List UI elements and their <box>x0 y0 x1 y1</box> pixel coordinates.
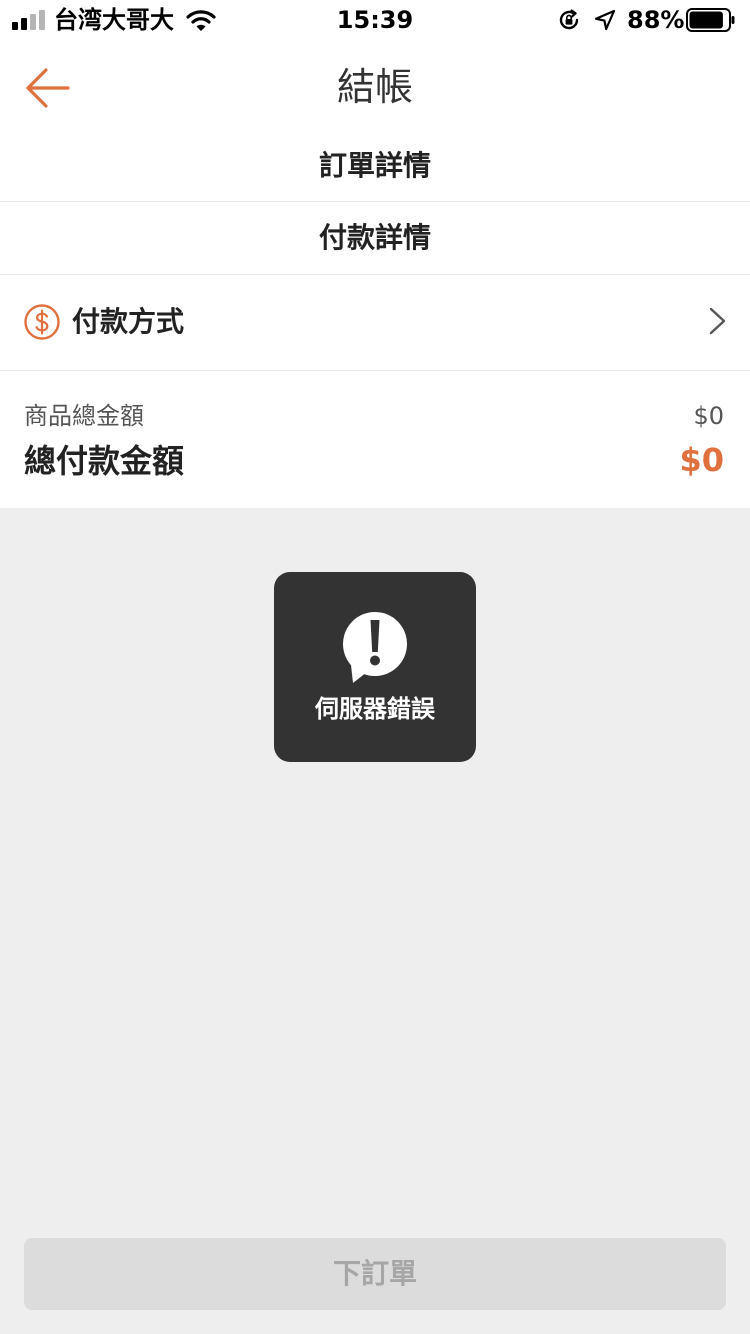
payment-details-row[interactable]: 付款詳情 <box>0 202 750 275</box>
battery-icon <box>686 8 735 32</box>
status-bar: 台湾大哥大 15:39 88% <box>0 0 750 40</box>
battery-percent: 88% <box>627 6 685 34</box>
subtotal-value: $0 <box>693 402 724 430</box>
totals-panel: 商品總金額 $0 總付款金額 $0 <box>0 371 750 508</box>
payment-method-label: 付款方式 <box>72 305 185 338</box>
page-title: 結帳 <box>336 65 413 109</box>
rotation-lock-icon <box>559 9 579 30</box>
total-value: $0 <box>679 441 724 479</box>
toast-message: 伺服器錯誤 <box>315 695 435 723</box>
place-order-button[interactable]: 下訂單 <box>24 1238 726 1310</box>
nav-bar: 結帳 <box>0 40 750 130</box>
dollar-circle-icon <box>24 304 60 340</box>
error-toast: 伺服器錯誤 <box>274 572 476 762</box>
payment-method-row[interactable]: 付款方式 <box>0 275 750 371</box>
order-details-row[interactable]: 訂單詳情 <box>0 130 750 202</box>
subtotal-label: 商品總金額 <box>24 402 144 430</box>
exclamation-bubble-icon <box>343 612 407 683</box>
chevron-right-icon <box>709 307 726 335</box>
location-icon <box>594 9 616 31</box>
total-label: 總付款金額 <box>24 442 185 480</box>
